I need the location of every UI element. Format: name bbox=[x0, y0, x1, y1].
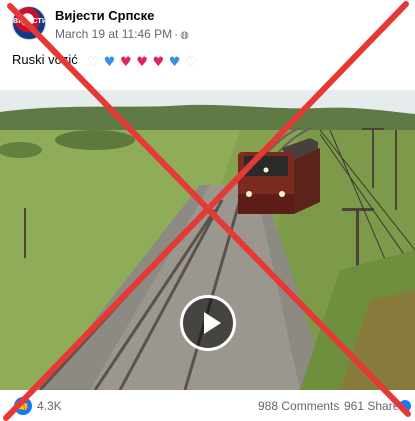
timestamp[interactable]: March 19 at 11:46 PM bbox=[55, 27, 172, 41]
play-button[interactable] bbox=[180, 295, 236, 351]
red-heart-icon: ♥ bbox=[136, 55, 148, 70]
post-meta: March 19 at 11:46 PM · ◍ bbox=[55, 27, 189, 41]
facebook-post: ВИЈЕСТИ Вијести Српске March 19 at 11:46… bbox=[0, 0, 415, 421]
post-header: ВИЈЕСТИ Вијести Српске March 19 at 11:46… bbox=[0, 0, 415, 44]
caption-text: Ruski voz bbox=[12, 52, 69, 67]
post-footer: 👍 4.3K 988 Comments 961 Shares bbox=[0, 392, 415, 421]
page-avatar[interactable]: ВИЈЕСТИ bbox=[12, 6, 46, 40]
profile-avatar-icon[interactable] bbox=[397, 398, 413, 414]
red-heart-icon: ♥ bbox=[119, 55, 132, 70]
caption-text-suffix: ić bbox=[68, 52, 78, 67]
post-caption: Ruski vozić ♡ ♥ ♥ ♥ ♥ ♥ ♡ bbox=[12, 52, 198, 69]
avatar-logo-text: ВИЈЕСТИ bbox=[13, 18, 46, 25]
play-icon bbox=[204, 312, 221, 334]
reactions-count[interactable]: 4.3K bbox=[37, 399, 62, 413]
white-heart-icon: ♡ bbox=[185, 55, 197, 70]
white-heart-icon: ♡ bbox=[87, 55, 100, 70]
comments-count[interactable]: 988 Comments bbox=[258, 399, 339, 413]
page-name[interactable]: Вијести Српске bbox=[55, 8, 154, 23]
video-player[interactable] bbox=[0, 90, 415, 390]
separator-dot: · bbox=[174, 27, 179, 41]
like-icon[interactable]: 👍 bbox=[14, 397, 32, 415]
red-heart-icon: ♥ bbox=[152, 55, 165, 70]
blue-heart-icon: ♥ bbox=[103, 55, 116, 70]
blue-heart-icon: ♥ bbox=[168, 55, 181, 70]
globe-icon: ◍ bbox=[180, 30, 189, 41]
emoji-row: ♡ ♥ ♥ ♥ ♥ ♥ ♡ bbox=[87, 54, 197, 69]
